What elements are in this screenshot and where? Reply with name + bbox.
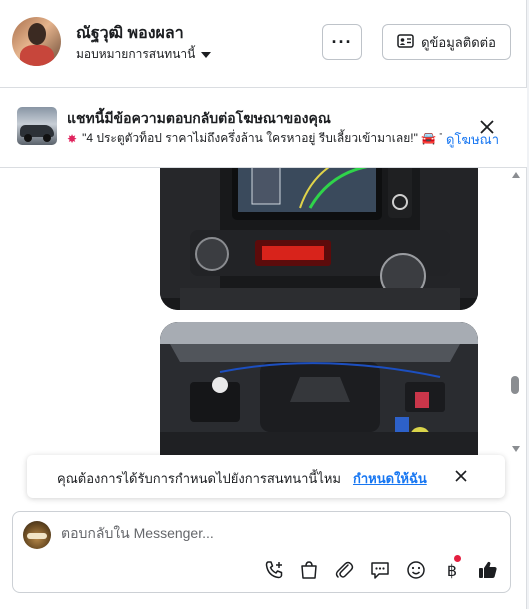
contact-card-icon xyxy=(397,33,414,51)
reply-input[interactable] xyxy=(61,525,461,541)
svg-text:฿: ฿ xyxy=(447,561,457,580)
conversation-panel: ณัฐวุฒิ พองผลา มอบหมายการสนทนานี้ ··· ดู… xyxy=(0,0,527,609)
view-contact-info-button[interactable]: ดูข้อมูลติดต่อ xyxy=(382,24,511,60)
close-icon[interactable] xyxy=(477,117,497,137)
message-photo-dashboard[interactable] xyxy=(160,168,478,310)
more-dots-icon: ··· xyxy=(331,31,353,52)
assign-reminder-text: คุณต้องการได้รับการกำหนดไปยังการสนทนานี้… xyxy=(57,471,341,486)
thumbs-up-icon[interactable] xyxy=(477,559,499,581)
message-photo-engine[interactable] xyxy=(160,322,478,458)
ad-snippet-text: "4 ประตูตัวท็อป ราคาไม่ถึงครึ่งล้าน ใครห… xyxy=(82,131,442,145)
more-options-button[interactable]: ··· xyxy=(322,24,362,60)
contact-avatar[interactable] xyxy=(12,17,61,66)
assign-conversation-dropdown[interactable]: มอบหมายการสนทนานี้ xyxy=(76,45,212,64)
ad-snippet: ✸ "4 ประตูตัวท็อป ราคาไม่ถึงครึ่งล้าน ใค… xyxy=(67,129,442,148)
close-icon[interactable] xyxy=(454,469,468,483)
assign-reminder-toast: คุณต้องการได้รับการกำหนดไปยังการสนทนานี้… xyxy=(27,455,505,498)
ad-reply-banner: แชทนี้มีข้อความตอบกลับต่อโฆษณาของคุณ ✸ "… xyxy=(0,88,527,168)
shopping-bag-icon[interactable] xyxy=(298,559,320,581)
page-avatar xyxy=(23,521,51,549)
message-scrollbar[interactable] xyxy=(510,168,522,458)
contact-info-label: ดูข้อมูลติดต่อ xyxy=(421,34,496,50)
avatar-car-shape xyxy=(27,533,47,539)
car-wheel-shape xyxy=(24,134,32,142)
sparkle-icon: ✸ xyxy=(67,131,78,146)
ad-thumbnail xyxy=(17,107,57,145)
scroll-up-arrow-icon[interactable] xyxy=(512,172,520,178)
message-thread[interactable] xyxy=(0,168,510,458)
assign-label: มอบหมายการสนทนานี้ xyxy=(76,47,196,61)
chat-bubble-dots-icon[interactable] xyxy=(369,559,391,581)
message-composer: ฿ xyxy=(12,511,511,593)
car-wheel-shape xyxy=(43,134,51,142)
scrollbar-thumb[interactable] xyxy=(511,376,519,394)
avatar-head-shape xyxy=(28,23,46,45)
ad-banner-title: แชทนี้มีข้อความตอบกลับต่อโฆษณาของคุณ xyxy=(67,110,331,126)
contact-name[interactable]: ณัฐวุฒิ พองผลา xyxy=(76,21,184,46)
conversation-header: ณัฐวุฒิ พองผลา มอบหมายการสนทนานี้ ··· ดู… xyxy=(0,0,527,88)
avatar-body-shape xyxy=(20,45,54,66)
phone-plus-icon[interactable] xyxy=(263,559,285,581)
chevron-down-icon xyxy=(201,52,212,58)
assign-to-me-link[interactable]: กำหนดให้ฉัน xyxy=(353,468,427,489)
baht-icon[interactable]: ฿ xyxy=(441,555,463,581)
notification-dot xyxy=(454,555,461,562)
scroll-down-arrow-icon[interactable] xyxy=(512,446,520,452)
paperclip-icon[interactable] xyxy=(333,559,355,581)
smiley-icon[interactable] xyxy=(405,559,427,581)
